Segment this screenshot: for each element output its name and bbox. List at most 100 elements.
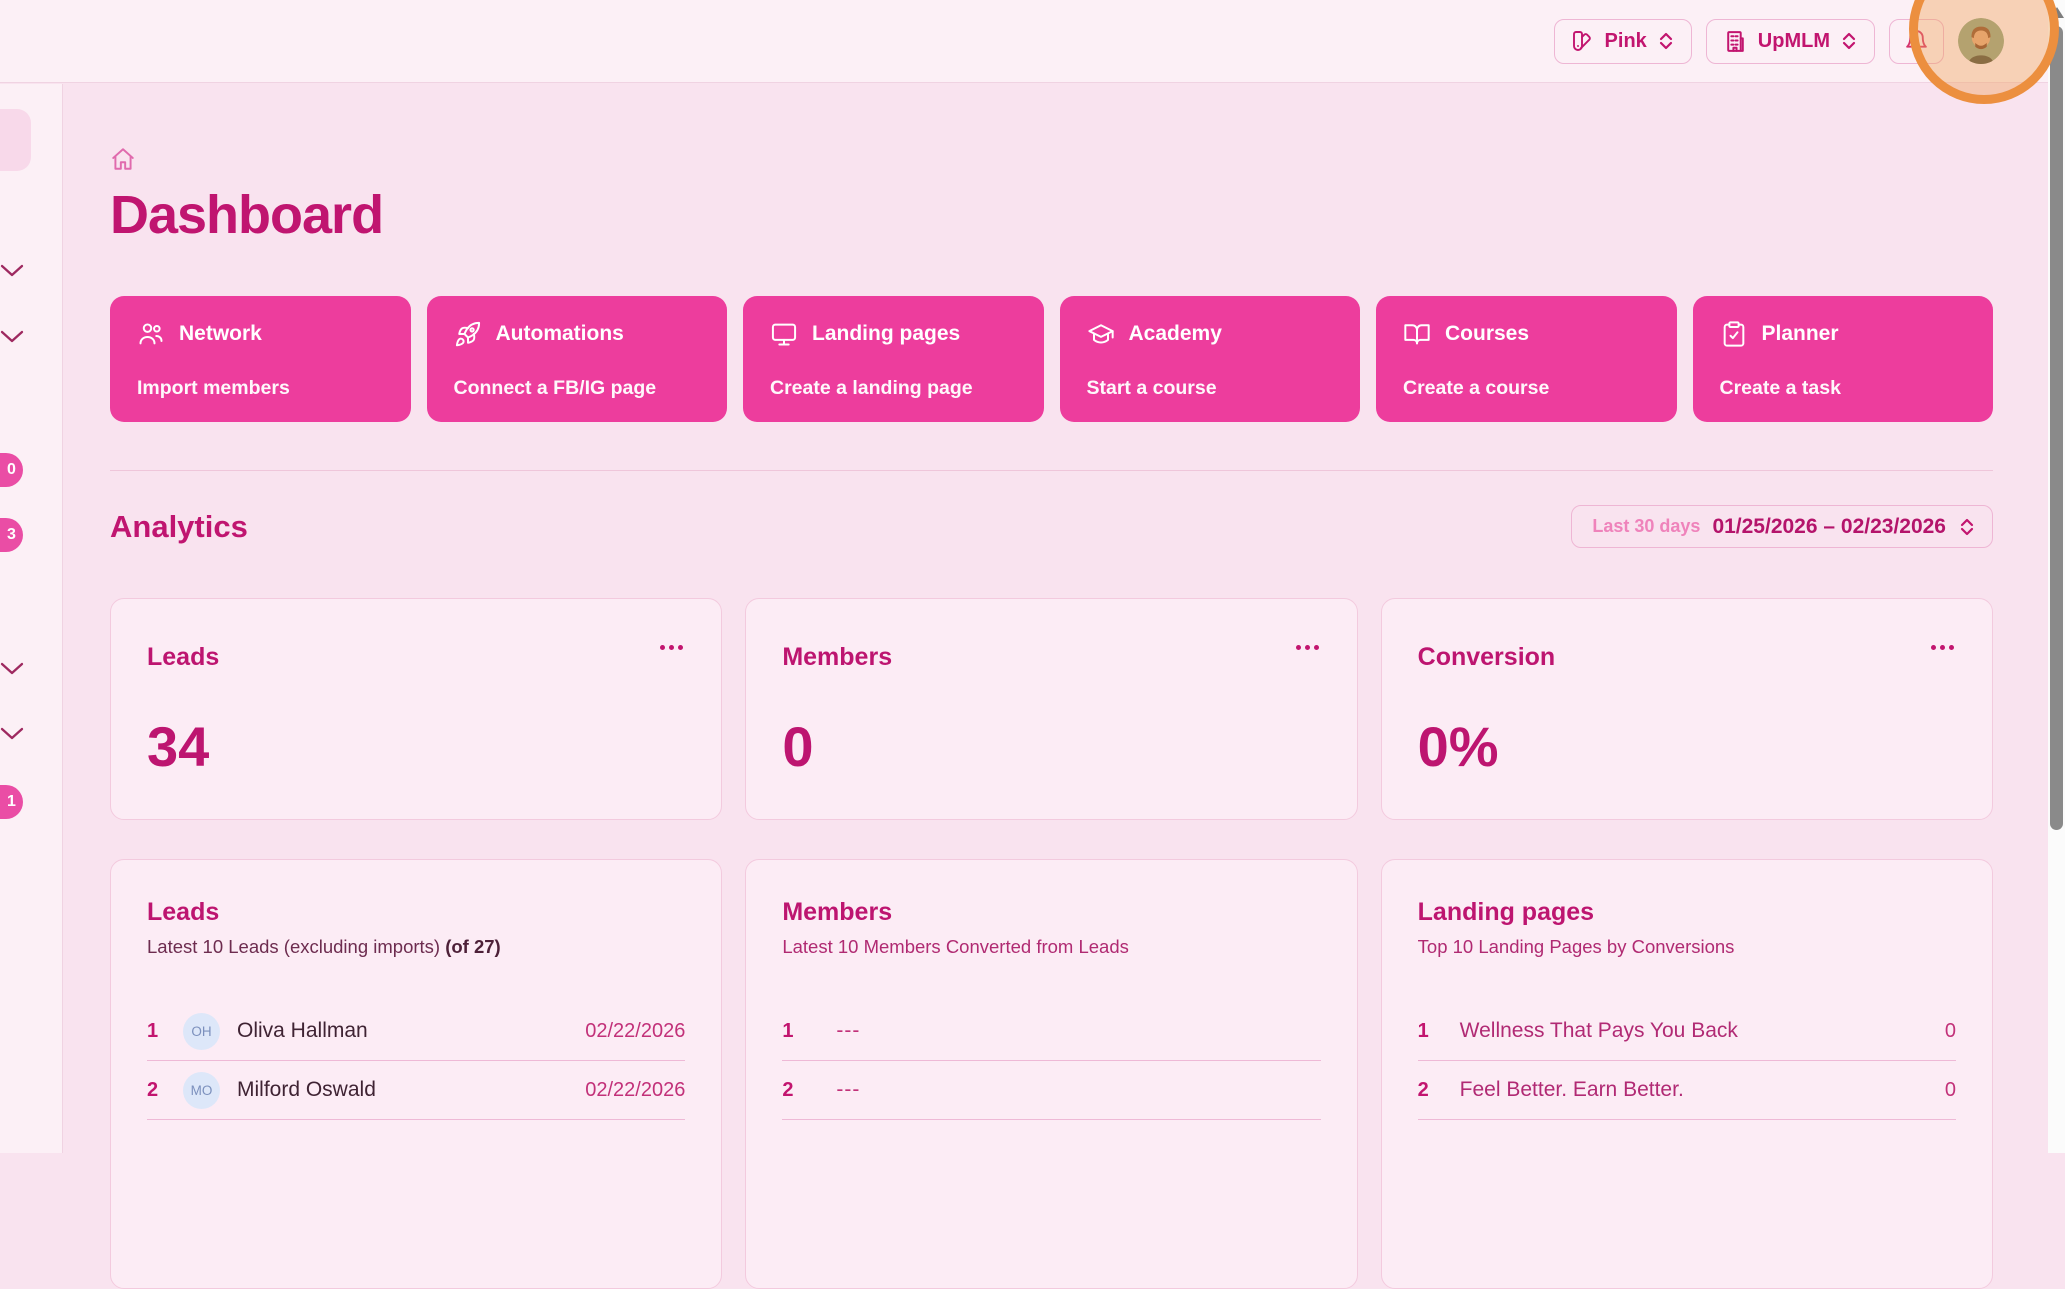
stat-card-conversion: Conversion 0%	[1381, 598, 1993, 820]
stat-value: 34	[147, 714, 685, 779]
stat-title: Leads	[147, 643, 685, 672]
initials-avatar: OH	[183, 1013, 220, 1050]
quick-action-subtitle: Import members	[137, 377, 384, 400]
quick-action-landing-pages[interactable]: Landing pages Create a landing page	[743, 296, 1044, 422]
member-row: 1 ---	[782, 1002, 1320, 1061]
lead-name: Oliva Hallman	[237, 1019, 585, 1043]
list-card-members: Members Latest 10 Members Converted from…	[745, 859, 1357, 1289]
date-preset-label: Last 30 days	[1592, 516, 1700, 537]
quick-action-title: Planner	[1762, 322, 1839, 346]
list-subtitle: Latest 10 Members Converted from Leads	[782, 936, 1320, 958]
list-card-landing-pages: Landing pages Top 10 Landing Pages by Co…	[1381, 859, 1993, 1289]
conversion-count: 0	[1945, 1079, 1956, 1102]
landing-page-name: Wellness That Pays You Back	[1460, 1019, 1945, 1043]
swatch-palette-icon	[1571, 29, 1595, 53]
people-icon	[137, 320, 165, 348]
quick-action-subtitle: Create a task	[1720, 377, 1967, 400]
stats-row: Leads 34 Members 0 Conversion 0%	[110, 598, 1993, 820]
chevron-down-icon[interactable]	[0, 264, 24, 278]
initials-avatar: MO	[183, 1072, 220, 1109]
row-rank: 1	[1418, 1020, 1448, 1043]
chevron-down-icon[interactable]	[0, 727, 24, 741]
analytics-heading: Analytics	[110, 509, 248, 545]
chevron-down-icon[interactable]	[0, 662, 24, 676]
date-range-picker[interactable]: Last 30 days 01/25/2026 – 02/23/2026	[1571, 505, 1993, 548]
chevron-updown-icon	[1840, 31, 1858, 51]
row-rank: 1	[782, 1020, 812, 1043]
stat-title: Conversion	[1418, 643, 1956, 672]
quick-action-subtitle: Create a landing page	[770, 377, 1017, 400]
notifications-button[interactable]	[1889, 19, 1944, 64]
quick-action-subtitle: Create a course	[1403, 377, 1650, 400]
list-subtitle: Latest 10 Leads (excluding imports) (of …	[147, 936, 685, 958]
landing-page-row[interactable]: 2 Feel Better. Earn Better. 0	[1418, 1061, 1956, 1120]
landing-page-name: Feel Better. Earn Better.	[1460, 1078, 1945, 1102]
scroll-up-arrow-icon[interactable]	[2050, 7, 2064, 18]
quick-action-title: Network	[179, 322, 262, 346]
stat-title: Members	[782, 643, 1320, 672]
lead-name: Milford Oswald	[237, 1078, 585, 1102]
list-card-leads: Leads Latest 10 Leads (excluding imports…	[110, 859, 722, 1289]
theme-selector-label: Pink	[1605, 30, 1647, 53]
quick-action-title: Landing pages	[812, 322, 960, 346]
sidebar-item-active[interactable]	[0, 109, 31, 171]
ellipsis-menu-icon[interactable]	[1292, 641, 1323, 654]
row-rank: 2	[147, 1079, 177, 1102]
quick-action-planner[interactable]: Planner Create a task	[1693, 296, 1994, 422]
lead-row[interactable]: 2 MO Milford Oswald 02/22/2026	[147, 1061, 685, 1120]
quick-action-network[interactable]: Network Import members	[110, 296, 411, 422]
quick-action-academy[interactable]: Academy Start a course	[1060, 296, 1361, 422]
scrollbar-thumb[interactable]	[2050, 26, 2063, 830]
row-rank: 2	[782, 1079, 812, 1102]
stat-value: 0	[782, 714, 1320, 779]
left-sidebar: 0 3 1	[0, 84, 63, 1153]
quick-action-title: Courses	[1445, 322, 1529, 346]
top-header: Pink UpMLM	[0, 0, 2048, 83]
stat-value: 0%	[1418, 714, 1956, 779]
vertical-scrollbar[interactable]	[2048, 0, 2065, 1153]
chevron-down-icon[interactable]	[0, 330, 24, 344]
quick-action-title: Academy	[1129, 322, 1222, 346]
quick-action-courses[interactable]: Courses Create a course	[1376, 296, 1677, 422]
quick-action-subtitle: Start a course	[1087, 377, 1334, 400]
list-title: Landing pages	[1418, 898, 1956, 927]
user-avatar[interactable]	[1958, 18, 2004, 64]
monitor-icon	[770, 320, 798, 348]
graduation-cap-icon	[1087, 320, 1115, 348]
conversion-count: 0	[1945, 1020, 1956, 1043]
workspace-selector-button[interactable]: UpMLM	[1706, 19, 1875, 64]
chevron-updown-icon	[1657, 31, 1675, 51]
landing-page-row[interactable]: 1 Wellness That Pays You Back 0	[1418, 1002, 1956, 1061]
building-icon	[1723, 29, 1748, 54]
clipboard-check-icon	[1720, 320, 1748, 348]
member-placeholder: ---	[836, 1078, 1320, 1102]
member-placeholder: ---	[836, 1019, 1320, 1043]
ellipsis-menu-icon[interactable]	[656, 641, 687, 654]
list-title: Leads	[147, 898, 685, 927]
open-book-icon	[1403, 320, 1431, 348]
lists-row: Leads Latest 10 Leads (excluding imports…	[110, 859, 1993, 1289]
list-subtitle: Top 10 Landing Pages by Conversions	[1418, 936, 1956, 958]
lead-date: 02/22/2026	[585, 1079, 685, 1102]
quick-action-automations[interactable]: Automations Connect a FB/IG page	[427, 296, 728, 422]
page-title: Dashboard	[110, 184, 1993, 246]
sidebar-count-badge: 0	[0, 453, 23, 487]
ellipsis-menu-icon[interactable]	[1927, 641, 1958, 654]
theme-selector-button[interactable]: Pink	[1554, 19, 1692, 64]
stat-card-members: Members 0	[745, 598, 1357, 820]
main-content: Dashboard Network Import members	[64, 84, 2048, 1153]
lead-date: 02/22/2026	[585, 1020, 685, 1043]
lead-row[interactable]: 1 OH Oliva Hallman 02/22/2026	[147, 1002, 685, 1061]
sidebar-count-badge: 3	[0, 518, 23, 552]
workspace-selector-label: UpMLM	[1758, 30, 1830, 53]
list-title: Members	[782, 898, 1320, 927]
section-divider	[110, 470, 1993, 471]
home-icon[interactable]	[110, 146, 136, 172]
stat-card-leads: Leads 34	[110, 598, 722, 820]
chevron-updown-icon	[1958, 517, 1976, 537]
date-range-value: 01/25/2026 – 02/23/2026	[1712, 515, 1946, 539]
quick-action-subtitle: Connect a FB/IG page	[454, 377, 701, 400]
quick-actions-row: Network Import members Automations Conne…	[110, 296, 1993, 422]
member-row: 2 ---	[782, 1061, 1320, 1120]
bell-icon	[1904, 29, 1929, 54]
